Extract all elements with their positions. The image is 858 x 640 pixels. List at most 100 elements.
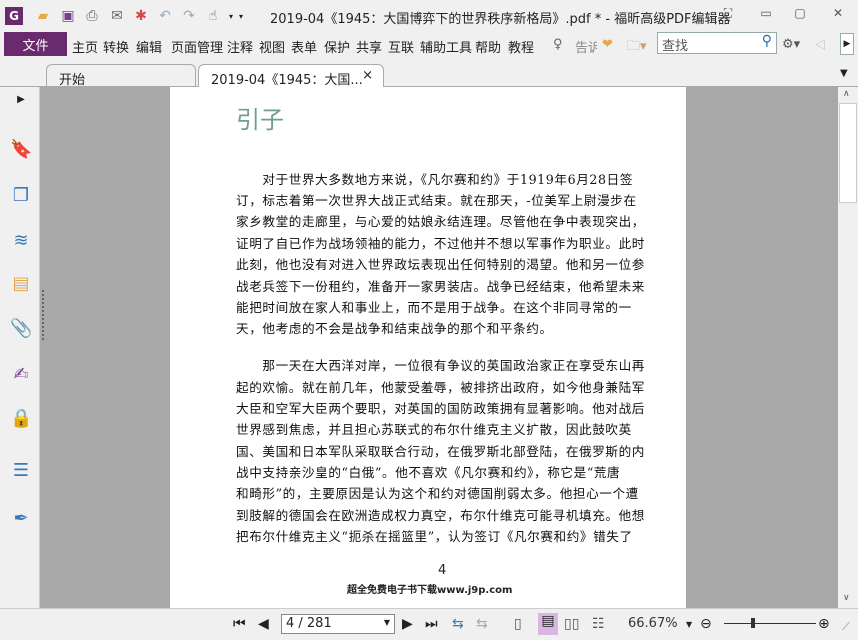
zoom-level[interactable]: 66.67% xyxy=(628,616,678,631)
text-line: 那一天在大西洋对岸，一位很有争议的英国政治家正在享受东山再 xyxy=(236,358,646,373)
page-field-value: 4 / 281 xyxy=(286,616,332,631)
tab-start[interactable]: 开始 xyxy=(46,64,196,88)
menu-help[interactable]: 帮助 xyxy=(475,37,501,56)
tab-label: 开始 xyxy=(59,73,86,88)
minimize-button[interactable]: ▭ xyxy=(756,6,776,24)
menu-comment[interactable]: 注释 xyxy=(227,37,253,56)
bookmark-icon[interactable]: 🔖 xyxy=(10,139,32,161)
scroll-up-icon[interactable]: ∧ xyxy=(843,89,850,99)
resize-grip-icon[interactable]: ⟋ xyxy=(842,620,850,634)
continuous-facing-icon[interactable]: ☷ xyxy=(592,616,605,632)
text-line: 战老兵签下一份租约，准备开一家男装店。战争已经结束，他希望未来 xyxy=(236,279,646,294)
text-line: 和畸形”的，主要原因是认为这个和约对德国削弱太多。他担心一个遭 xyxy=(236,486,639,501)
settings-gear-icon[interactable]: ⚙▾ xyxy=(782,37,800,52)
ribbon-left-arrow-icon[interactable]: ◁ xyxy=(815,37,825,52)
chapter-heading: 引子 xyxy=(236,106,284,134)
zoom-slider[interactable] xyxy=(724,623,816,624)
tab-close-icon[interactable]: × xyxy=(362,68,373,83)
text-line: 国、美国和日本军队采取联合行动，在俄罗斯北部登陆，在俄罗斯的内 xyxy=(236,444,646,459)
scroll-down-icon[interactable]: ∨ xyxy=(843,593,850,603)
page-dropdown-icon[interactable]: ▼ xyxy=(384,618,390,627)
vertical-scrollbar[interactable]: ∧ ∨ xyxy=(838,87,858,608)
file-menu[interactable]: 文件 xyxy=(4,32,67,56)
next-page-icon[interactable]: ▶ xyxy=(402,616,413,632)
text-line: 天，他考虑的不会是战争和结束战争的那个和平条约。 xyxy=(236,321,553,336)
scrollbar-thumb[interactable] xyxy=(839,103,857,203)
signature-icon[interactable]: ✍ xyxy=(10,364,32,386)
lightbulb-icon: ♀ xyxy=(553,37,563,52)
security-lock-icon[interactable]: 🔒 xyxy=(10,408,32,430)
search-placeholder: 查找 xyxy=(662,39,689,54)
maximize-button[interactable]: ▢ xyxy=(790,6,810,24)
menu-connect[interactable]: 互联 xyxy=(388,37,414,56)
text-line: 对于世界大多数地方来说，《凡尔赛和约》于1919年6月28日签 xyxy=(236,172,634,187)
search-icon[interactable]: ⚲ xyxy=(762,33,772,49)
close-button[interactable]: ✕ xyxy=(828,6,848,24)
text-line: 战中支持亲沙皇的“白俄”。他不喜欢《凡尔赛和约》，称它是“荒唐 xyxy=(236,465,621,480)
text-line: 证明了自已作为战场领袖的能力，不过他并不想以军事作为职业。此时 xyxy=(236,236,646,251)
previous-view-icon[interactable]: ⇆ xyxy=(452,616,464,632)
hand-tool-icon[interactable]: ☝ xyxy=(204,7,222,25)
single-page-icon[interactable]: ▯ xyxy=(514,616,522,632)
pages-thumbnail-icon[interactable]: ❐ xyxy=(10,185,32,207)
page-footer: 超全免费电子书下载www.j9p.com xyxy=(347,585,513,596)
text-line: 起的欢愉。就在前几年，他蒙受羞辱，被排挤出政府，如今他身兼陆军 xyxy=(236,380,646,395)
layers-icon[interactable]: ≋ xyxy=(10,230,32,252)
form-fields-icon[interactable]: ☰ xyxy=(10,460,32,482)
menu-home[interactable]: 主页 xyxy=(72,37,98,56)
facing-pages-icon[interactable]: ▯▯ xyxy=(564,616,579,632)
menu-protect[interactable]: 保护 xyxy=(324,37,350,56)
text-line: 此刻，他也没有对进入世界政坛表现出任何特别的渴望。他和另一位参 xyxy=(236,257,646,272)
page-number-input[interactable]: 4 / 281 ▼ xyxy=(281,614,395,634)
customize-dropdown-icon[interactable]: ▾ xyxy=(232,7,250,25)
email-icon[interactable]: ✉ xyxy=(108,7,126,25)
text-line: 家乡教堂的走廊里，与心爱的姑娘永结连理。尽管他在争中表现突出， xyxy=(236,214,646,229)
menu-edit[interactable]: 编辑 xyxy=(136,37,162,56)
first-page-icon[interactable]: ⏮ xyxy=(233,616,246,632)
undo-icon[interactable]: ↶ xyxy=(156,7,174,25)
save-icon[interactable]: ▣ xyxy=(59,7,77,25)
page-number: 4 xyxy=(438,563,447,578)
text-line: 到肢解的德国会在欧洲造成权力真空，布尔什维克可能寻机填充。他想 xyxy=(236,508,646,523)
sidebar-resize-handle[interactable] xyxy=(42,290,45,340)
text-line: 大臣和空军大臣两个要职，对英国的国防政策拥有显著影响。他对战后 xyxy=(236,401,646,416)
text-line: 把布尔什维克主义“扼杀在摇篮里”，认为签订《凡尔赛和约》错失了 xyxy=(236,529,633,544)
zoom-in-icon[interactable]: ⊕ xyxy=(818,616,830,632)
folder-search-icon[interactable]: 🗀▾ xyxy=(627,37,647,59)
new-document-icon[interactable]: ✱ xyxy=(132,7,150,25)
next-view-icon[interactable]: ⇆ xyxy=(476,616,488,632)
tab-document[interactable]: 2019-04《1945：大国... × xyxy=(198,64,384,88)
heart-icon[interactable]: ❤ xyxy=(602,37,613,52)
menu-tutorial[interactable]: 教程 xyxy=(508,37,534,56)
text-line: 能把时间放在家人和事业上，而不是用于战争。在这个非同寻常的一 xyxy=(236,300,632,315)
tell-me-input[interactable]: 告诉 xyxy=(575,37,597,56)
tab-list-dropdown-icon[interactable]: ▼ xyxy=(840,68,848,79)
redo-icon[interactable]: ↷ xyxy=(180,7,198,25)
menu-share[interactable]: 共享 xyxy=(356,37,382,56)
menu-form[interactable]: 表单 xyxy=(291,37,317,56)
comments-icon[interactable]: ▤ xyxy=(10,273,32,295)
attachment-icon[interactable]: 📎 xyxy=(10,318,32,340)
zoom-slider-handle[interactable] xyxy=(751,618,755,628)
open-folder-icon[interactable]: ▰ xyxy=(34,7,52,25)
certify-pen-icon[interactable]: ✒ xyxy=(10,508,32,530)
ribbon-right-arrow-icon[interactable]: ▶ xyxy=(840,33,854,55)
fullscreen-icon[interactable]: ⛶ xyxy=(718,6,738,24)
menu-accessibility[interactable]: 辅助工具 xyxy=(420,37,472,56)
menu-page-management[interactable]: 页面管理 xyxy=(171,37,223,56)
zoom-dropdown-icon[interactable]: ▼ xyxy=(686,620,692,629)
tab-label: 2019-04《1945：大国... xyxy=(211,73,363,88)
expand-sidebar-icon[interactable]: ▶ xyxy=(10,89,32,111)
menu-view[interactable]: 视图 xyxy=(259,37,285,56)
continuous-page-icon[interactable]: ▤ xyxy=(538,613,558,635)
app-logo-icon[interactable]: G xyxy=(5,7,23,25)
text-line: 世界感到焦虑，并且担心苏联式的布尔什维克主义扩散，因此鼓吹英 xyxy=(236,422,632,437)
print-icon[interactable]: ⎙ xyxy=(83,7,101,25)
menu-convert[interactable]: 转换 xyxy=(103,37,129,56)
previous-page-icon[interactable]: ◀ xyxy=(258,616,269,632)
text-line: 订，标志着第一次世界大战正式结束。就在那天，-位美军上尉漫步在 xyxy=(236,193,637,208)
last-page-icon[interactable]: ⏭ xyxy=(425,616,438,632)
search-input[interactable]: 查找 ⚲ xyxy=(657,32,777,54)
zoom-out-icon[interactable]: ⊖ xyxy=(700,616,712,632)
window-title: 2019-04《1945：大国博弈下的世界秩序新格局》.pdf * - 福昕高级… xyxy=(270,12,731,27)
